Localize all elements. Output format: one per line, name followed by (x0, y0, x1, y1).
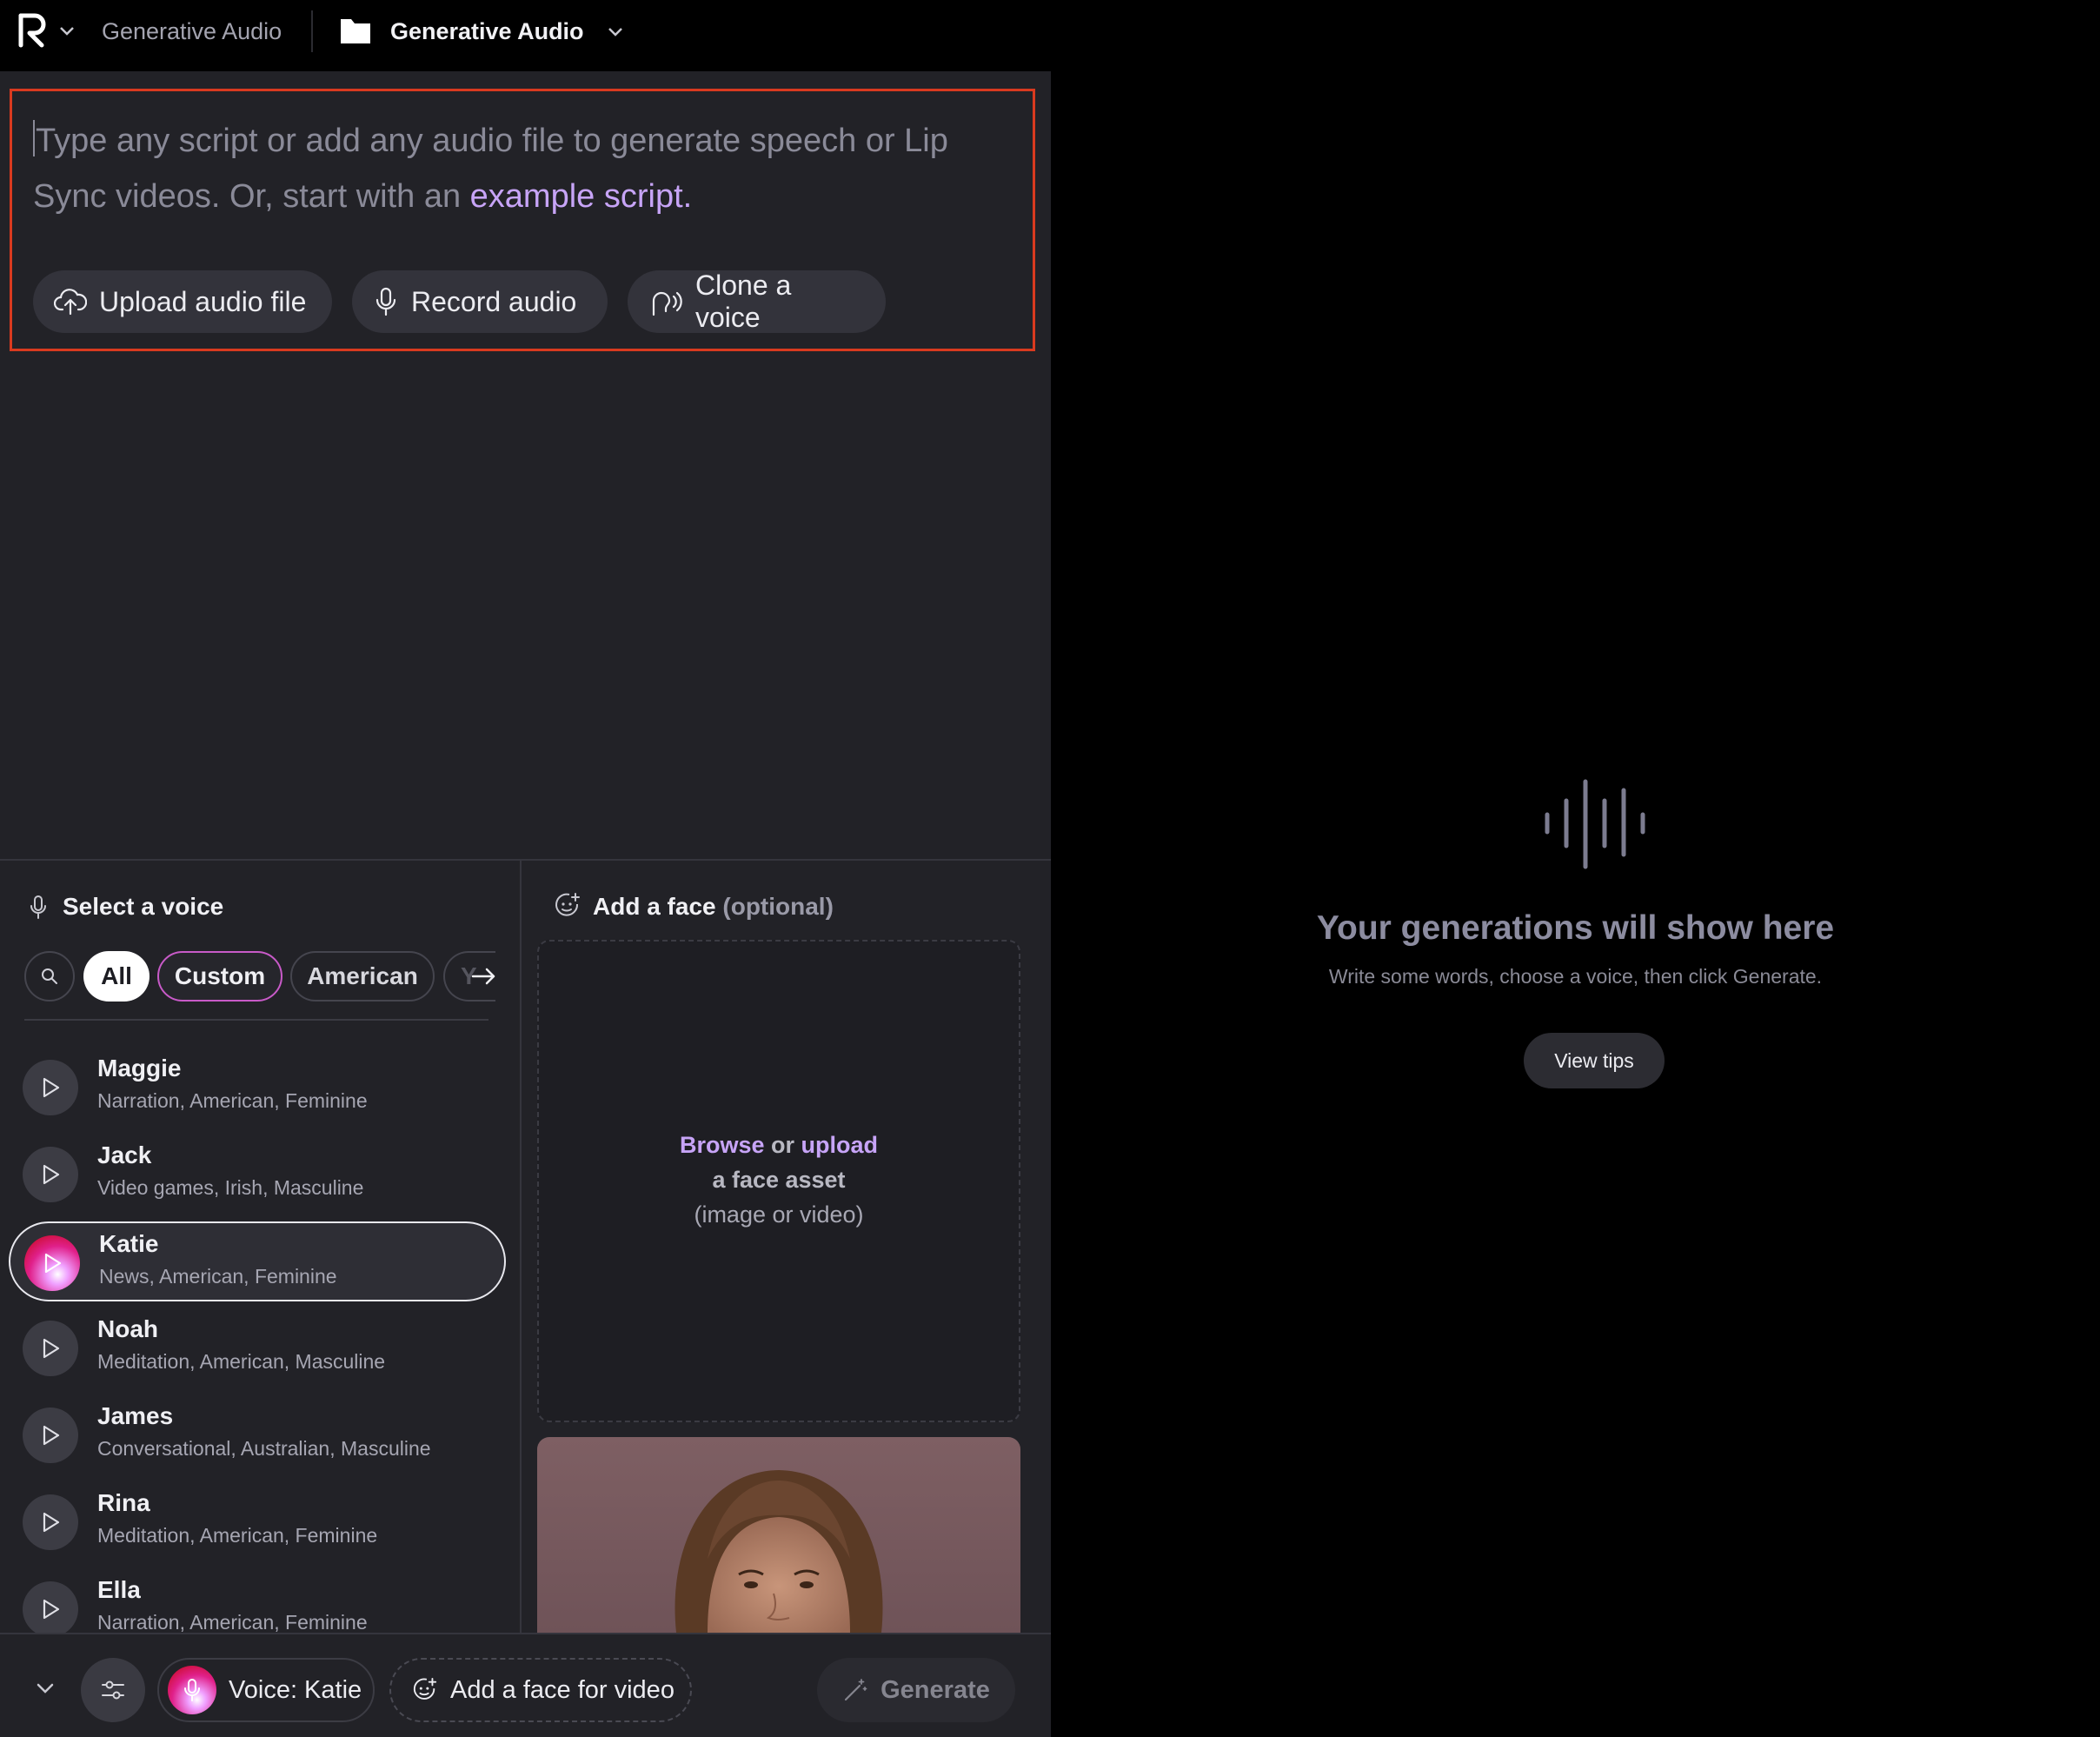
face-heading: Add a face (593, 893, 716, 920)
play-icon (43, 1338, 60, 1359)
folder-icon (341, 19, 370, 43)
add-face-button[interactable]: Add a face for video (389, 1658, 692, 1722)
upload-audio-button[interactable]: Upload audio file (33, 270, 332, 333)
voice-tags: Narration, American, Feminine (97, 1089, 368, 1112)
voice-clone-icon (652, 291, 682, 316)
play-button[interactable] (23, 1321, 78, 1376)
play-icon (43, 1164, 60, 1185)
play-button[interactable] (23, 1147, 78, 1202)
browse-link[interactable]: Browse (680, 1132, 765, 1158)
voice-tags: Meditation, American, Feminine (97, 1524, 378, 1547)
voice-name: Jack (97, 1141, 152, 1168)
chevron-down-icon[interactable] (33, 1676, 57, 1700)
selected-voice-button[interactable]: Voice: Katie (157, 1658, 375, 1722)
record-audio-button[interactable]: Record audio (352, 270, 608, 333)
voice-item-noah[interactable]: Noah Meditation, American, Masculine (9, 1308, 506, 1388)
divider (0, 859, 1051, 861)
upload-audio-label: Upload audio file (99, 285, 307, 317)
microphone-icon (184, 1679, 200, 1701)
voice-section-title: Select a voice (63, 893, 224, 920)
play-icon (43, 1425, 60, 1446)
voice-avatar (168, 1666, 216, 1714)
project-title[interactable]: Generative Audio (390, 16, 584, 47)
face-asset-thumbnail[interactable] (537, 1437, 1020, 1633)
voice-item-rina[interactable]: Rina Meditation, American, Feminine (9, 1482, 506, 1562)
voice-tags: Narration, American, Feminine (97, 1611, 368, 1633)
face-section-title: Add a face (optional) (593, 892, 834, 922)
audio-waveform-icon (1545, 779, 1645, 869)
face-portrait-image (537, 1437, 1020, 1633)
clone-voice-label: Clone a voice (695, 270, 792, 333)
filter-all[interactable]: All (83, 951, 150, 1002)
voice-name: Maggie (97, 1055, 182, 1081)
voice-tags: Meditation, American, Masculine (97, 1350, 386, 1373)
magic-wand-icon (845, 1679, 867, 1701)
voice-list[interactable]: Maggie Narration, American, Feminine Jac… (0, 1048, 520, 1633)
play-button[interactable] (23, 1494, 78, 1550)
voice-name: Rina (97, 1489, 150, 1516)
selected-voice-label: Voice: Katie (229, 1675, 362, 1704)
record-audio-label: Record audio (411, 285, 577, 317)
chevron-down-icon[interactable] (57, 21, 76, 40)
chevron-down-icon[interactable] (605, 21, 626, 42)
clone-voice-button[interactable]: Clone a voice (628, 270, 886, 333)
voice-item-james[interactable]: James Conversational, Australian, Mascul… (9, 1395, 506, 1475)
empty-state-subtitle: Write some words, choose a voice, then c… (1328, 965, 1823, 988)
divider (520, 859, 522, 1633)
play-button[interactable] (24, 1235, 80, 1291)
voice-item-maggie[interactable]: Maggie Narration, American, Feminine (9, 1048, 506, 1128)
microphone-icon (30, 895, 46, 919)
microphone-icon (375, 287, 396, 316)
voice-item-katie[interactable]: Katie News, American, Feminine (9, 1221, 506, 1301)
play-button[interactable] (23, 1581, 78, 1633)
play-icon (44, 1253, 62, 1274)
face-asset-text: a face asset (712, 1167, 846, 1193)
generate-button[interactable]: Generate (817, 1658, 1015, 1722)
divider (24, 1019, 488, 1021)
sliders-icon (102, 1680, 124, 1700)
voice-name: Ella (97, 1576, 141, 1603)
cloud-upload-icon (54, 289, 87, 316)
play-icon (43, 1077, 60, 1098)
voice-search-button[interactable] (24, 951, 75, 1002)
search-icon (42, 968, 57, 984)
play-icon (43, 1512, 60, 1533)
play-button[interactable] (23, 1060, 78, 1115)
placeholder-period: . (682, 178, 693, 215)
face-asset-type-text: (image or video) (694, 1201, 864, 1228)
voice-name: Noah (97, 1315, 158, 1342)
generate-label: Generate (881, 1675, 990, 1704)
play-icon (43, 1599, 60, 1620)
app-title[interactable]: Generative Audio (102, 16, 282, 47)
filter-american[interactable]: American (290, 951, 435, 1002)
play-button[interactable] (23, 1408, 78, 1463)
voice-item-jack[interactable]: Jack Video games, Irish, Masculine (9, 1135, 506, 1215)
example-script-link[interactable]: example script (470, 178, 683, 215)
face-dropzone-text: Browse or upload a face asset (image or … (537, 1128, 1020, 1232)
voice-name: Katie (99, 1230, 159, 1257)
upload-link[interactable]: upload (801, 1132, 879, 1158)
voice-tags: Conversational, Australian, Masculine (97, 1437, 431, 1460)
face-add-icon (413, 1677, 437, 1700)
arrow-right-icon[interactable] (469, 962, 499, 991)
voice-name: James (97, 1402, 174, 1429)
or-text: or (771, 1132, 795, 1158)
add-face-label: Add a face for video (450, 1675, 675, 1704)
view-tips-button[interactable]: View tips (1524, 1033, 1665, 1088)
face-add-icon (555, 893, 580, 916)
optional-label: (optional) (722, 893, 834, 920)
script-placeholder[interactable]: Type any script or add any audio file to… (33, 113, 1015, 224)
runway-logo-icon[interactable] (16, 12, 50, 49)
settings-button[interactable] (81, 1658, 145, 1722)
voice-tags: Video games, Irish, Masculine (97, 1176, 364, 1199)
empty-state-title: Your generations will show here (1316, 909, 1835, 947)
voice-item-ella[interactable]: Ella Narration, American, Feminine (9, 1569, 506, 1633)
divider (311, 10, 313, 52)
text-caret (33, 120, 35, 156)
filter-custom[interactable]: Custom (157, 951, 282, 1002)
voice-tags: News, American, Feminine (99, 1265, 337, 1288)
